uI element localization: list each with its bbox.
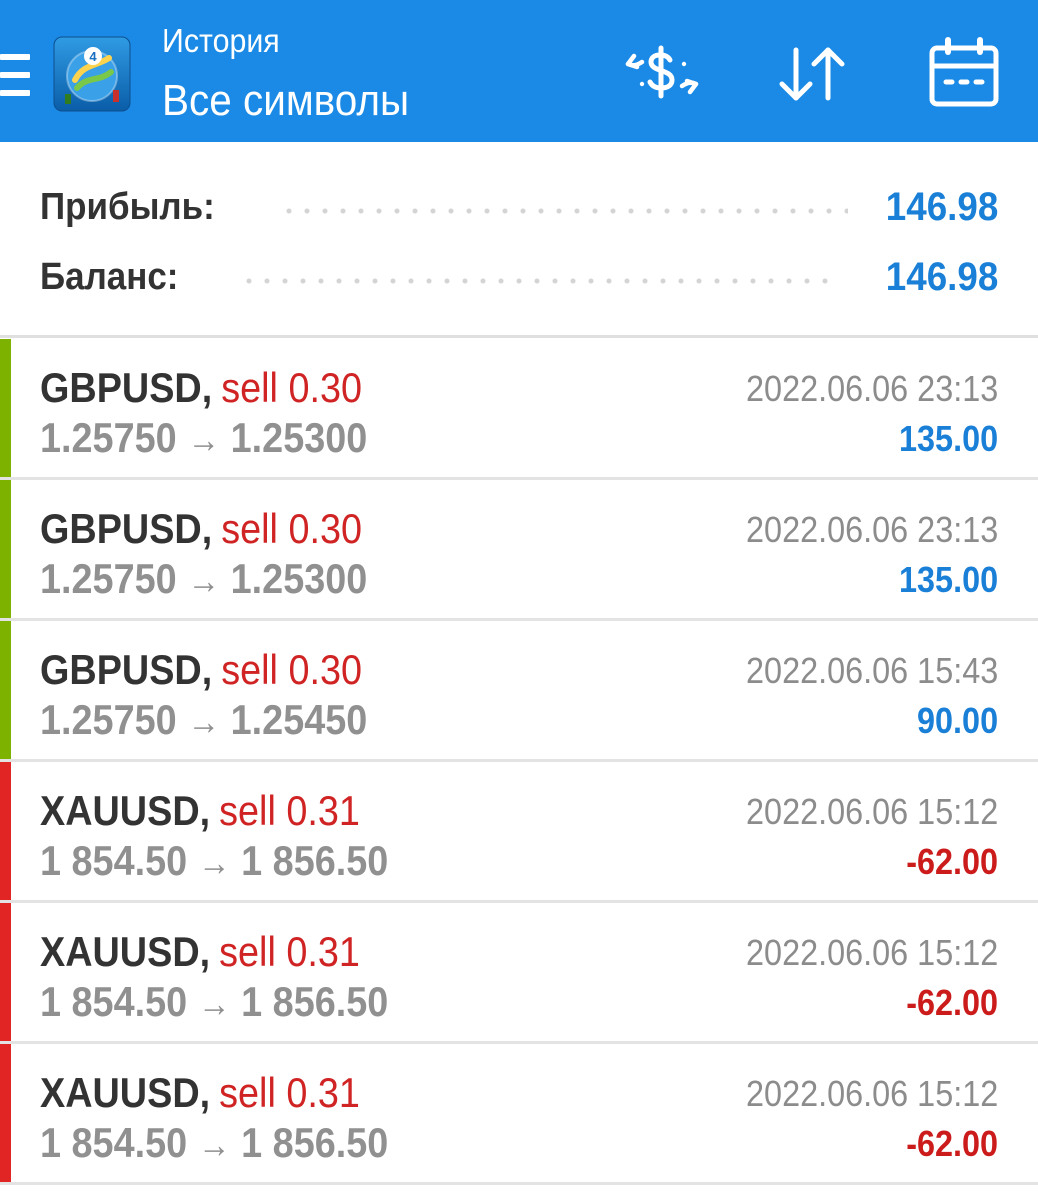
trade-header: XAUUSD, sell 0.31 xyxy=(40,927,360,977)
trade-action: sell 0.30 xyxy=(221,505,363,552)
profit-indicator xyxy=(0,480,11,618)
profit-row: Прибыль: 146.98 xyxy=(40,182,998,232)
trade-profit: 135.00 xyxy=(898,559,998,600)
trade-time: 2022.06.06 23:13 xyxy=(745,368,998,409)
trade-row[interactable]: XAUUSD, sell 0.31 1 854.50 → 1 856.50 2022.… xyxy=(0,1044,1038,1185)
trade-time: 2022.06.06 15:43 xyxy=(745,650,998,691)
open-price: 1 854.50 xyxy=(40,1119,188,1166)
balance-row: Баланс: 146.98 xyxy=(40,252,998,302)
open-price: 1 854.50 xyxy=(40,978,188,1025)
dotted-leader xyxy=(280,208,848,214)
trade-symbol: GBPUSD xyxy=(40,364,202,411)
trade-time: 2022.06.06 15:12 xyxy=(745,791,998,832)
loss-indicator xyxy=(0,903,11,1041)
close-price: 1 856.50 xyxy=(241,837,389,884)
arrow-right-icon: → xyxy=(197,983,231,1024)
trade-time: 2022.06.06 15:12 xyxy=(745,1073,998,1114)
trade-row[interactable]: GBPUSD, sell 0.30 1.25750 → 1.25300 2022.06… xyxy=(0,339,1038,480)
separator: , xyxy=(199,787,211,834)
trade-action: sell 0.31 xyxy=(219,1069,360,1116)
close-price: 1.25300 xyxy=(230,414,368,461)
arrow-right-icon: → xyxy=(187,701,220,742)
trade-prices: 1 854.50 → 1 856.50 xyxy=(40,977,388,1029)
top-app-bar: 4 История Все символы xyxy=(0,0,1038,142)
trade-time: 2022.06.06 15:12 xyxy=(745,932,998,973)
trade-symbol: XAUUSD xyxy=(40,928,200,975)
arrow-right-icon: → xyxy=(187,419,220,460)
open-price: 1.25750 xyxy=(40,414,177,461)
separator: , xyxy=(199,928,211,975)
dotted-leader xyxy=(240,278,833,284)
trade-symbol: GBPUSD xyxy=(40,646,202,693)
trade-symbol: XAUUSD xyxy=(40,1069,200,1116)
loss-indicator xyxy=(0,1044,11,1182)
profit-label: Прибыль: xyxy=(40,186,215,228)
trade-profit: -62.00 xyxy=(906,1123,998,1164)
arrow-right-icon: → xyxy=(187,560,220,601)
profit-value: 146.98 xyxy=(885,185,998,229)
trade-row[interactable]: XAUUSD, sell 0.31 1 854.50 → 1 856.50 2022.… xyxy=(0,762,1038,903)
close-price: 1 856.50 xyxy=(241,978,389,1025)
open-price: 1 854.50 xyxy=(40,837,188,884)
trade-symbol: XAUUSD xyxy=(40,787,200,834)
trade-row[interactable]: XAUUSD, sell 0.31 1 854.50 → 1 856.50 2022.… xyxy=(0,903,1038,1044)
trade-profit: 90.00 xyxy=(916,700,998,741)
trade-profit: -62.00 xyxy=(906,982,998,1023)
trade-header: GBPUSD, sell 0.30 xyxy=(40,504,362,554)
open-price: 1.25750 xyxy=(40,696,177,743)
trade-prices: 1.25750 → 1.25300 xyxy=(40,413,367,465)
profit-indicator xyxy=(0,339,11,477)
trade-header: XAUUSD, sell 0.31 xyxy=(40,1068,360,1118)
sort-icon[interactable] xyxy=(772,36,852,112)
close-price: 1.25300 xyxy=(230,555,368,602)
open-price: 1.25750 xyxy=(40,555,177,602)
trade-time: 2022.06.06 23:13 xyxy=(745,509,998,550)
trade-action: sell 0.31 xyxy=(219,928,360,975)
menu-icon[interactable] xyxy=(0,52,30,98)
close-price: 1 856.50 xyxy=(241,1119,389,1166)
divider xyxy=(0,335,1038,338)
screen-subtitle: История xyxy=(162,22,280,59)
trade-action: sell 0.31 xyxy=(219,787,360,834)
separator: , xyxy=(199,1069,211,1116)
trade-header: XAUUSD, sell 0.31 xyxy=(40,786,360,836)
trade-prices: 1 854.50 → 1 856.50 xyxy=(40,1118,388,1170)
trade-header: GBPUSD, sell 0.30 xyxy=(40,363,362,413)
loss-indicator xyxy=(0,762,11,900)
trade-prices: 1 854.50 → 1 856.50 xyxy=(40,836,388,888)
balance-value: 146.98 xyxy=(885,255,998,299)
svg-text:4: 4 xyxy=(89,49,97,64)
arrow-right-icon: → xyxy=(197,842,231,883)
separator: , xyxy=(201,364,213,411)
symbol-filter-title[interactable]: Все символы xyxy=(162,76,409,126)
trade-header: GBPUSD, sell 0.30 xyxy=(40,645,362,695)
trade-prices: 1.25750 → 1.25450 xyxy=(40,695,367,747)
trade-row[interactable]: GBPUSD, sell 0.30 1.25750 → 1.25450 2022.06… xyxy=(0,621,1038,762)
profit-indicator xyxy=(0,621,11,759)
trade-profit: -62.00 xyxy=(906,841,998,882)
calendar-icon[interactable] xyxy=(924,36,1004,112)
trade-history-list: GBPUSD, sell 0.30 1.25750 → 1.25300 2022.06… xyxy=(0,339,1038,1185)
currency-exchange-icon[interactable] xyxy=(622,36,702,112)
trade-profit: 135.00 xyxy=(898,418,998,459)
trade-prices: 1.25750 → 1.25300 xyxy=(40,554,367,606)
close-price: 1.25450 xyxy=(230,696,368,743)
metatrader-logo-icon: 4 xyxy=(53,36,131,112)
account-summary: Прибыль: 146.98 Баланс: 146.98 xyxy=(0,142,1038,338)
trade-action: sell 0.30 xyxy=(221,646,363,693)
balance-label: Баланс: xyxy=(40,256,179,298)
arrow-right-icon: → xyxy=(197,1124,231,1165)
trade-action: sell 0.30 xyxy=(221,364,363,411)
separator: , xyxy=(201,505,213,552)
trade-row[interactable]: GBPUSD, sell 0.30 1.25750 → 1.25300 2022.06… xyxy=(0,480,1038,621)
separator: , xyxy=(201,646,213,693)
trade-symbol: GBPUSD xyxy=(40,505,202,552)
